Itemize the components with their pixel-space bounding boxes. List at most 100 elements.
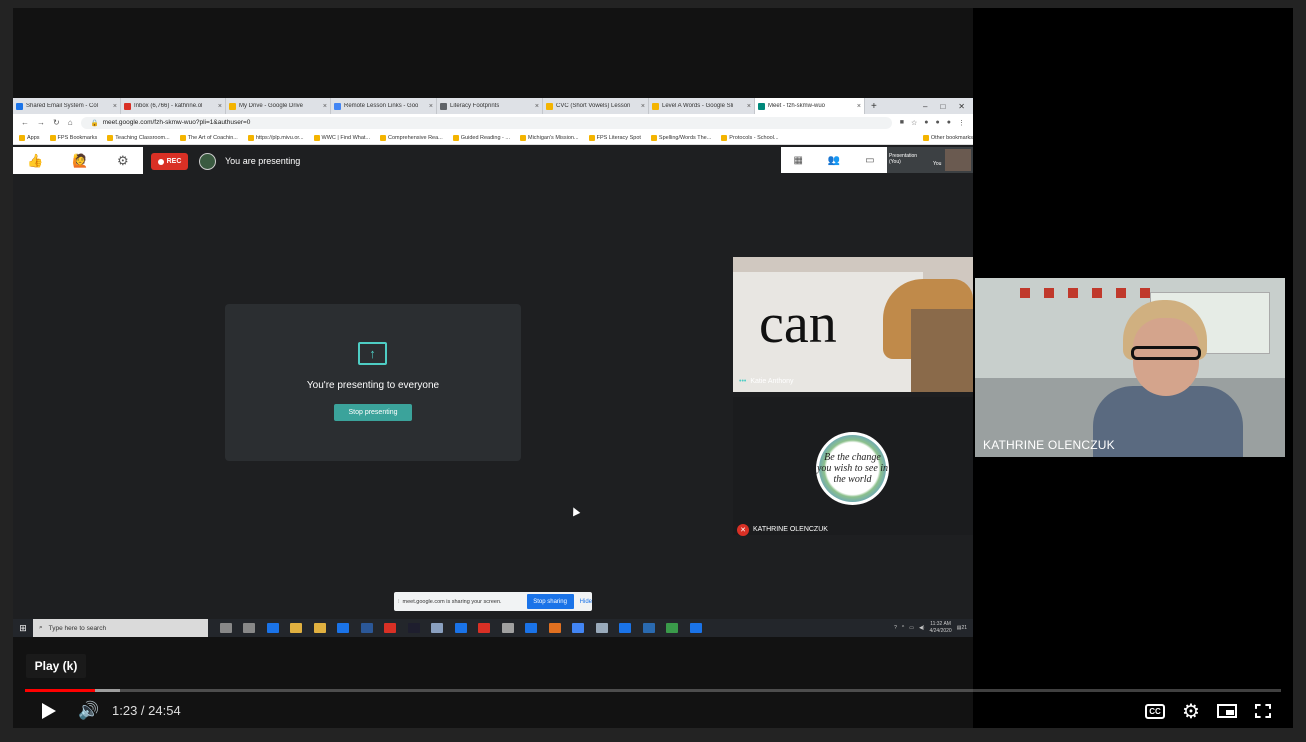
url-field[interactable]: 🔒 meet.google.com/fzh-skmw-wuo?pli=1&auth… bbox=[80, 116, 892, 129]
video-frame[interactable]: Shared Email System - Col × Inbox (6,766) … bbox=[13, 8, 973, 728]
miniplayer-button[interactable] bbox=[1215, 699, 1239, 723]
network-icon[interactable]: ▭ bbox=[909, 625, 914, 631]
new-tab-button[interactable]: + bbox=[865, 101, 883, 112]
taskbar-app-icon[interactable] bbox=[572, 623, 584, 633]
taskbar-app-icon[interactable] bbox=[666, 623, 678, 633]
fullscreen-button[interactable] bbox=[1251, 699, 1275, 723]
chevron-up-icon[interactable]: ^ bbox=[902, 625, 904, 631]
tab-close-icon[interactable]: × bbox=[319, 103, 327, 110]
bookmark-label: Other bookmarks bbox=[930, 134, 973, 141]
menu-icon[interactable]: ⋮ bbox=[958, 119, 965, 127]
help-icon[interactable]: ? bbox=[894, 625, 897, 631]
browser-tab[interactable]: Level A Words - Google Sli × bbox=[649, 98, 755, 114]
browser-tab[interactable]: Meet - fzh-skmw-wuo × bbox=[755, 98, 865, 114]
notifications-icon[interactable]: ▤21 bbox=[957, 625, 967, 631]
taskbar-search[interactable]: ⌕ Type here to search bbox=[33, 619, 208, 637]
close-window-icon[interactable]: ✕ bbox=[958, 102, 965, 111]
browser-tab[interactable]: Shared Email System - Col × bbox=[13, 98, 121, 114]
play-button[interactable] bbox=[37, 699, 61, 723]
stop-sharing-button[interactable]: Stop sharing bbox=[526, 594, 574, 609]
taskbar-app-icon[interactable] bbox=[290, 623, 302, 633]
bookmark-item[interactable]: FPS Literacy Spot bbox=[588, 134, 641, 141]
taskbar-app-icon[interactable] bbox=[454, 623, 467, 633]
tab-close-icon[interactable]: × bbox=[531, 103, 539, 110]
bookmark-item[interactable]: https://plp.mivu.or... bbox=[247, 134, 304, 141]
taskbar-app-icon[interactable] bbox=[478, 623, 490, 633]
browser-tab[interactable]: My Drive - Google Drive × bbox=[226, 98, 331, 114]
tab-close-icon[interactable]: × bbox=[109, 103, 117, 110]
extension-icon[interactable]: ● bbox=[924, 119, 928, 127]
taskbar-app-icon[interactable] bbox=[360, 623, 373, 633]
volume-icon[interactable]: 🔊 bbox=[77, 699, 101, 723]
captions-button[interactable]: CC bbox=[1143, 699, 1167, 723]
taskbar-app-icon[interactable] bbox=[501, 623, 514, 633]
participant-tile-katie[interactable]: can ••• Katie Anthony bbox=[733, 257, 973, 392]
taskbar-app-icon[interactable] bbox=[548, 623, 561, 633]
clock[interactable]: 11:32 AM 4/24/2020 bbox=[929, 621, 951, 635]
bookmark-item[interactable]: Michigan's Mission... bbox=[520, 134, 579, 141]
progress-bar[interactable] bbox=[25, 689, 1281, 692]
thumbs-up-icon[interactable]: 👍 bbox=[27, 153, 43, 169]
reload-icon[interactable]: ↻ bbox=[53, 118, 60, 127]
taskbar-app-icon[interactable] bbox=[243, 623, 255, 633]
browser-tab[interactable]: Remote Lesson Links - Goo × bbox=[331, 98, 437, 114]
extension-icon[interactable]: ● bbox=[947, 119, 951, 127]
camera-icon[interactable]: ■ bbox=[900, 119, 904, 127]
raise-hand-icon[interactable]: 🙋 bbox=[72, 153, 88, 169]
browser-tab[interactable]: Literacy Footprints × bbox=[437, 98, 543, 114]
browser-tab[interactable]: Inbox (6,766) - kathrine.ol × bbox=[121, 98, 226, 114]
taskbar-app-icon[interactable] bbox=[384, 623, 396, 633]
bookmark-item[interactable]: WWC | Find What... bbox=[313, 134, 370, 141]
extension-icon[interactable]: ● bbox=[936, 119, 940, 127]
taskbar-app-icon[interactable] bbox=[431, 623, 443, 633]
bookmark-item[interactable]: Comprehensive Rea... bbox=[380, 134, 443, 141]
windows-start-icon[interactable]: ⊞ bbox=[13, 623, 33, 634]
forward-icon[interactable]: → bbox=[37, 118, 45, 127]
window-controls: – □ ✕ bbox=[923, 102, 973, 111]
back-icon[interactable]: ← bbox=[21, 118, 29, 127]
tab-close-icon[interactable]: × bbox=[853, 103, 861, 110]
bookmark-item[interactable]: Spelling/Words The... bbox=[650, 134, 711, 141]
taskbar-app-icon[interactable] bbox=[525, 623, 537, 633]
browser-tab[interactable]: CVC (Short Vowels) Lesson × bbox=[543, 98, 649, 114]
tab-close-icon[interactable]: × bbox=[637, 103, 645, 110]
taskbar-app-icon[interactable] bbox=[266, 623, 279, 633]
presenter-avatar bbox=[199, 153, 216, 170]
taskbar-app-icon[interactable] bbox=[619, 623, 631, 633]
bookmark-item[interactable]: Other bookmarks bbox=[922, 134, 973, 141]
page: Shared Email System - Col × Inbox (6,766) … bbox=[0, 0, 1306, 742]
grid-layout-icon[interactable]: ▦ bbox=[793, 155, 802, 166]
taskbar-app-icon[interactable] bbox=[595, 623, 608, 633]
taskbar-app-icon[interactable] bbox=[313, 623, 326, 633]
tab-close-icon[interactable]: × bbox=[743, 103, 751, 110]
people-icon[interactable]: 👥 bbox=[828, 155, 840, 166]
taskbar-app-icon[interactable] bbox=[219, 623, 232, 633]
bookmark-item[interactable]: Teaching Classroom... bbox=[107, 134, 170, 141]
hide-button[interactable]: Hide bbox=[580, 599, 592, 605]
bookmark-item[interactable]: Protocols - School... bbox=[721, 134, 779, 141]
minimize-icon[interactable]: – bbox=[923, 102, 927, 111]
bookmark-item[interactable]: Guided Reading - ... bbox=[452, 134, 510, 141]
star-icon[interactable]: ☆ bbox=[911, 119, 917, 127]
participant-tile-kathrine[interactable]: Be the change you wish to see in the wor… bbox=[733, 397, 973, 536]
gear-icon[interactable]: ⚙ bbox=[117, 153, 129, 169]
video-player[interactable]: Shared Email System - Col × Inbox (6,766) … bbox=[13, 8, 1293, 728]
bookmark-item[interactable]: FPS Bookmarks bbox=[49, 134, 97, 141]
taskbar-app-icon[interactable] bbox=[407, 623, 420, 633]
stop-presenting-button[interactable]: Stop presenting bbox=[334, 404, 412, 421]
taskbar-app-icon[interactable] bbox=[689, 623, 702, 633]
volume-icon[interactable]: ◀) bbox=[919, 625, 925, 631]
settings-gear-icon[interactable]: ⚙ bbox=[1179, 699, 1203, 723]
bookmark-item[interactable]: The Art of Coachin... bbox=[179, 134, 238, 141]
taskbar-app-icon[interactable] bbox=[337, 623, 349, 633]
tab-close-icon[interactable]: × bbox=[214, 103, 222, 110]
drag-handle-icon[interactable]: ⁞ bbox=[398, 599, 400, 605]
maximize-icon[interactable]: □ bbox=[940, 102, 945, 111]
taskbar-app-icon[interactable] bbox=[642, 623, 655, 633]
bookmark-item[interactable]: Apps bbox=[19, 134, 40, 141]
bookmark-label: Comprehensive Rea... bbox=[388, 134, 443, 141]
address-bar-row: ← → ↻ ⌂ 🔒 meet.google.com/fzh-skmw-wuo?pl… bbox=[13, 114, 973, 131]
tab-close-icon[interactable]: × bbox=[425, 103, 433, 110]
home-icon[interactable]: ⌂ bbox=[68, 118, 73, 127]
chat-icon[interactable]: ▭ bbox=[865, 155, 874, 166]
